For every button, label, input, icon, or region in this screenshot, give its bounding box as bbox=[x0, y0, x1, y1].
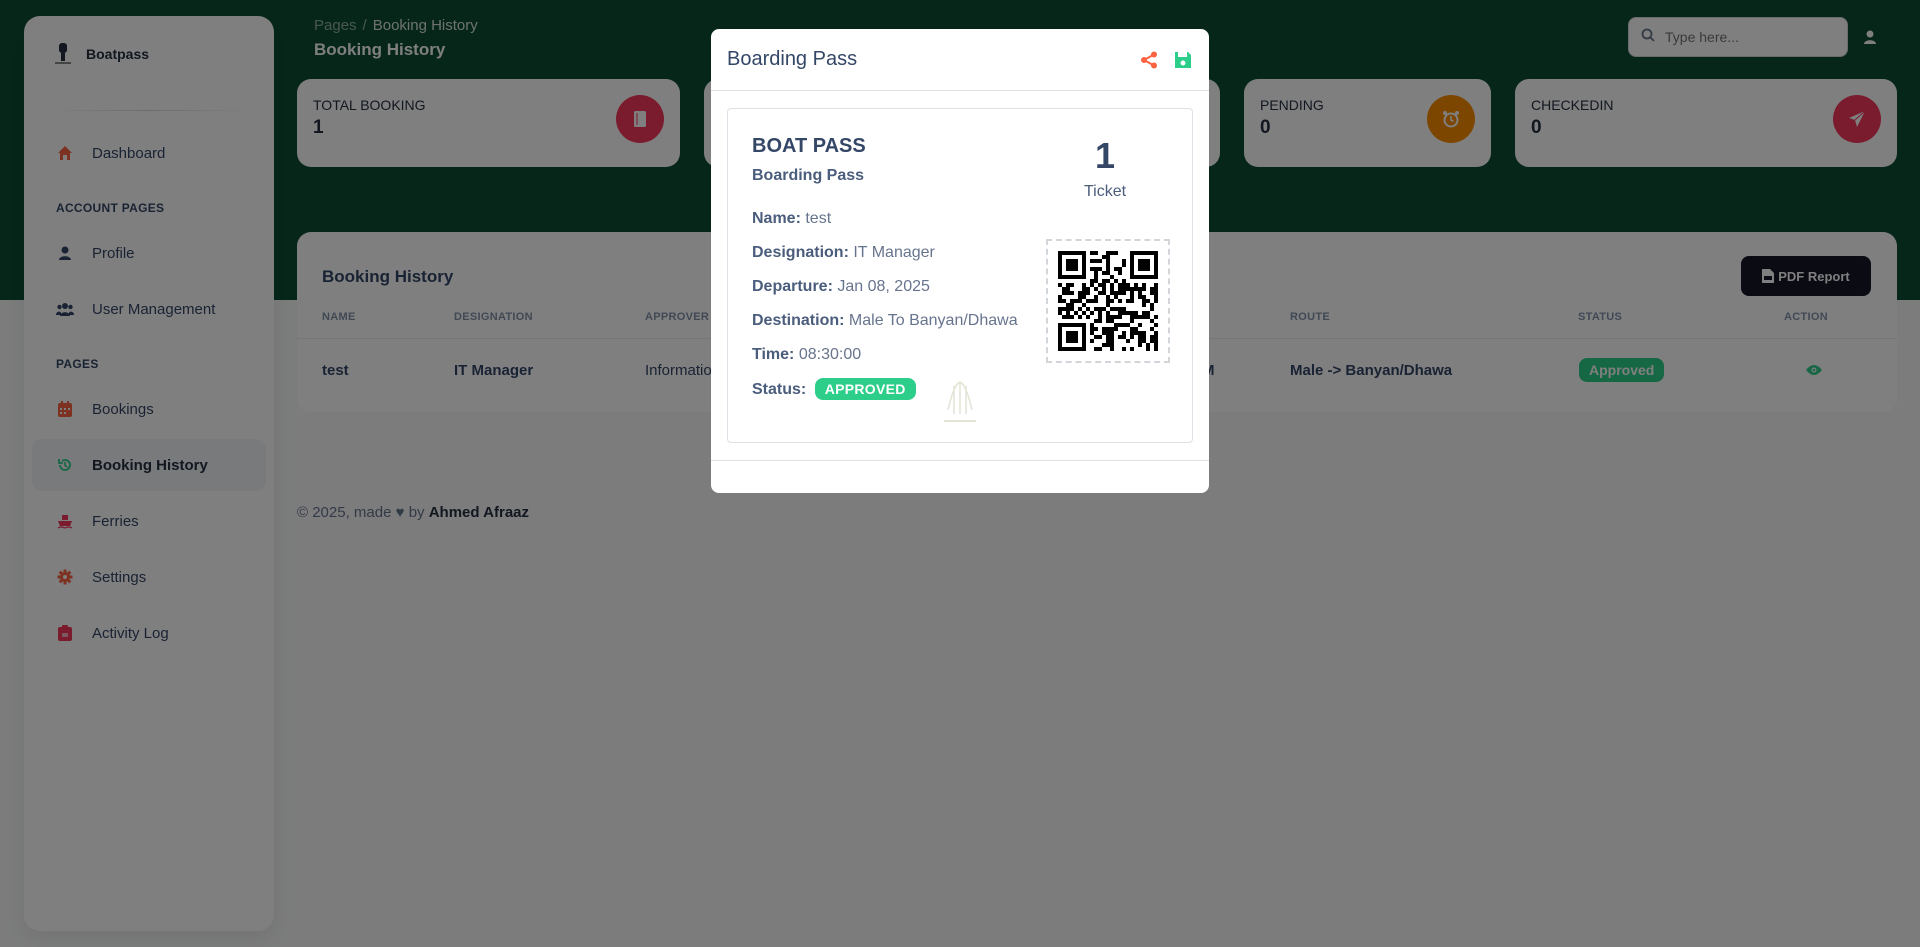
ticket-subheading: Boarding Pass bbox=[752, 167, 865, 184]
field-name: Name: test bbox=[752, 210, 831, 228]
modal-title: Boarding Pass bbox=[727, 48, 858, 70]
watermark-logo-icon bbox=[934, 374, 986, 429]
modal-footer-divider bbox=[711, 460, 1209, 461]
field-departure: Departure: Jan 08, 2025 bbox=[752, 278, 930, 296]
field-designation: Designation: IT Manager bbox=[752, 244, 935, 262]
status-badge: APPROVED bbox=[814, 378, 916, 400]
boarding-pass-modal: Boarding Pass BOAT PASS Boarding Pass Na… bbox=[711, 29, 1209, 493]
field-label: Designation: bbox=[752, 244, 849, 261]
field-label: Status: bbox=[752, 381, 807, 398]
field-label: Destination: bbox=[752, 312, 845, 329]
field-label: Name: bbox=[752, 210, 801, 227]
field-value: 08:30:00 bbox=[798, 346, 862, 363]
boarding-pass-ticket: BOAT PASS Boarding Pass Name: test Desig… bbox=[727, 108, 1193, 443]
ticket-heading: BOAT PASS bbox=[752, 135, 866, 157]
field-time: Time: 08:30:00 bbox=[752, 346, 861, 364]
field-value: IT Manager bbox=[853, 244, 935, 261]
modal-actions bbox=[1139, 50, 1193, 70]
ticket-count-label: Ticket bbox=[1083, 183, 1127, 200]
field-status: Status: APPROVED bbox=[752, 378, 916, 400]
save-icon[interactable] bbox=[1173, 50, 1193, 70]
ticket-count: 1 bbox=[1094, 135, 1116, 176]
qr-code-icon bbox=[1058, 251, 1158, 351]
field-value: Male To Banyan/Dhawa bbox=[848, 312, 1018, 329]
qr-code bbox=[1046, 239, 1170, 363]
field-label: Time: bbox=[752, 346, 795, 363]
field-value: Jan 08, 2025 bbox=[837, 278, 930, 295]
field-destination: Destination: Male To Banyan/Dhawa bbox=[752, 312, 1018, 330]
field-value: test bbox=[805, 210, 832, 227]
modal-header: Boarding Pass bbox=[711, 29, 1209, 91]
field-label: Departure: bbox=[752, 278, 833, 295]
share-icon[interactable] bbox=[1139, 50, 1159, 70]
